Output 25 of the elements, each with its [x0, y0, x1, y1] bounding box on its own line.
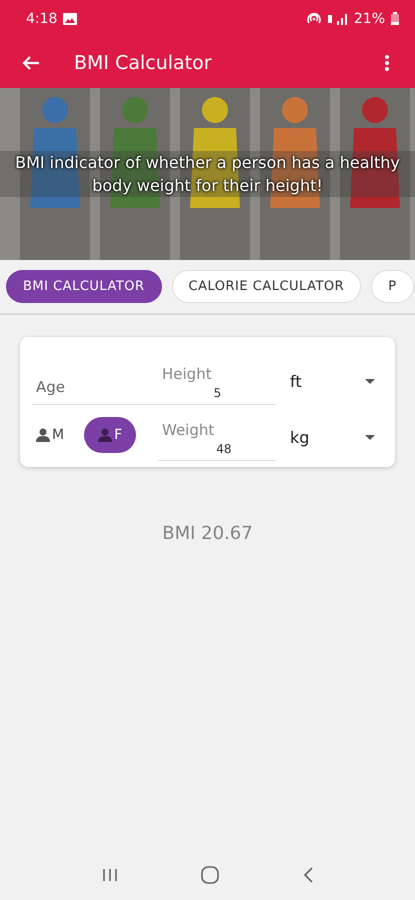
age-field[interactable]: Age	[32, 378, 158, 405]
recent-apps-icon[interactable]	[102, 868, 118, 882]
weight-field[interactable]: Weight 48	[158, 421, 276, 461]
gender-button[interactable]: F	[84, 417, 136, 453]
banner-caption: BMI indicator of whether a person has a healthy body weight for their height!	[0, 151, 415, 197]
battery-icon	[391, 12, 399, 25]
signal-icon	[328, 12, 348, 24]
image-icon	[63, 12, 78, 24]
unit-dropdown[interactable]: ft	[276, 372, 383, 405]
height-field[interactable]: Height 5	[158, 365, 276, 405]
bmi-result: BMI 20.67	[161, 523, 254, 544]
battery-level: 21%	[354, 10, 385, 26]
more-options-icon[interactable]	[385, 54, 389, 70]
person-icon	[36, 428, 50, 442]
tab[interactable]: P	[371, 270, 414, 303]
tab[interactable]: BMI CALCULATOR	[6, 270, 162, 303]
unit-dropdown[interactable]: kg	[276, 428, 383, 461]
app-title: BMI Calculator	[74, 52, 213, 74]
tab[interactable]: CALORIE CALCULATOR	[172, 270, 362, 303]
person-icon	[98, 428, 112, 442]
gender-button[interactable]: M	[32, 419, 68, 451]
hotspot-icon	[306, 12, 322, 26]
back-icon[interactable]	[303, 867, 314, 883]
home-icon[interactable]	[201, 866, 220, 884]
status-time: 4:18	[26, 10, 58, 26]
